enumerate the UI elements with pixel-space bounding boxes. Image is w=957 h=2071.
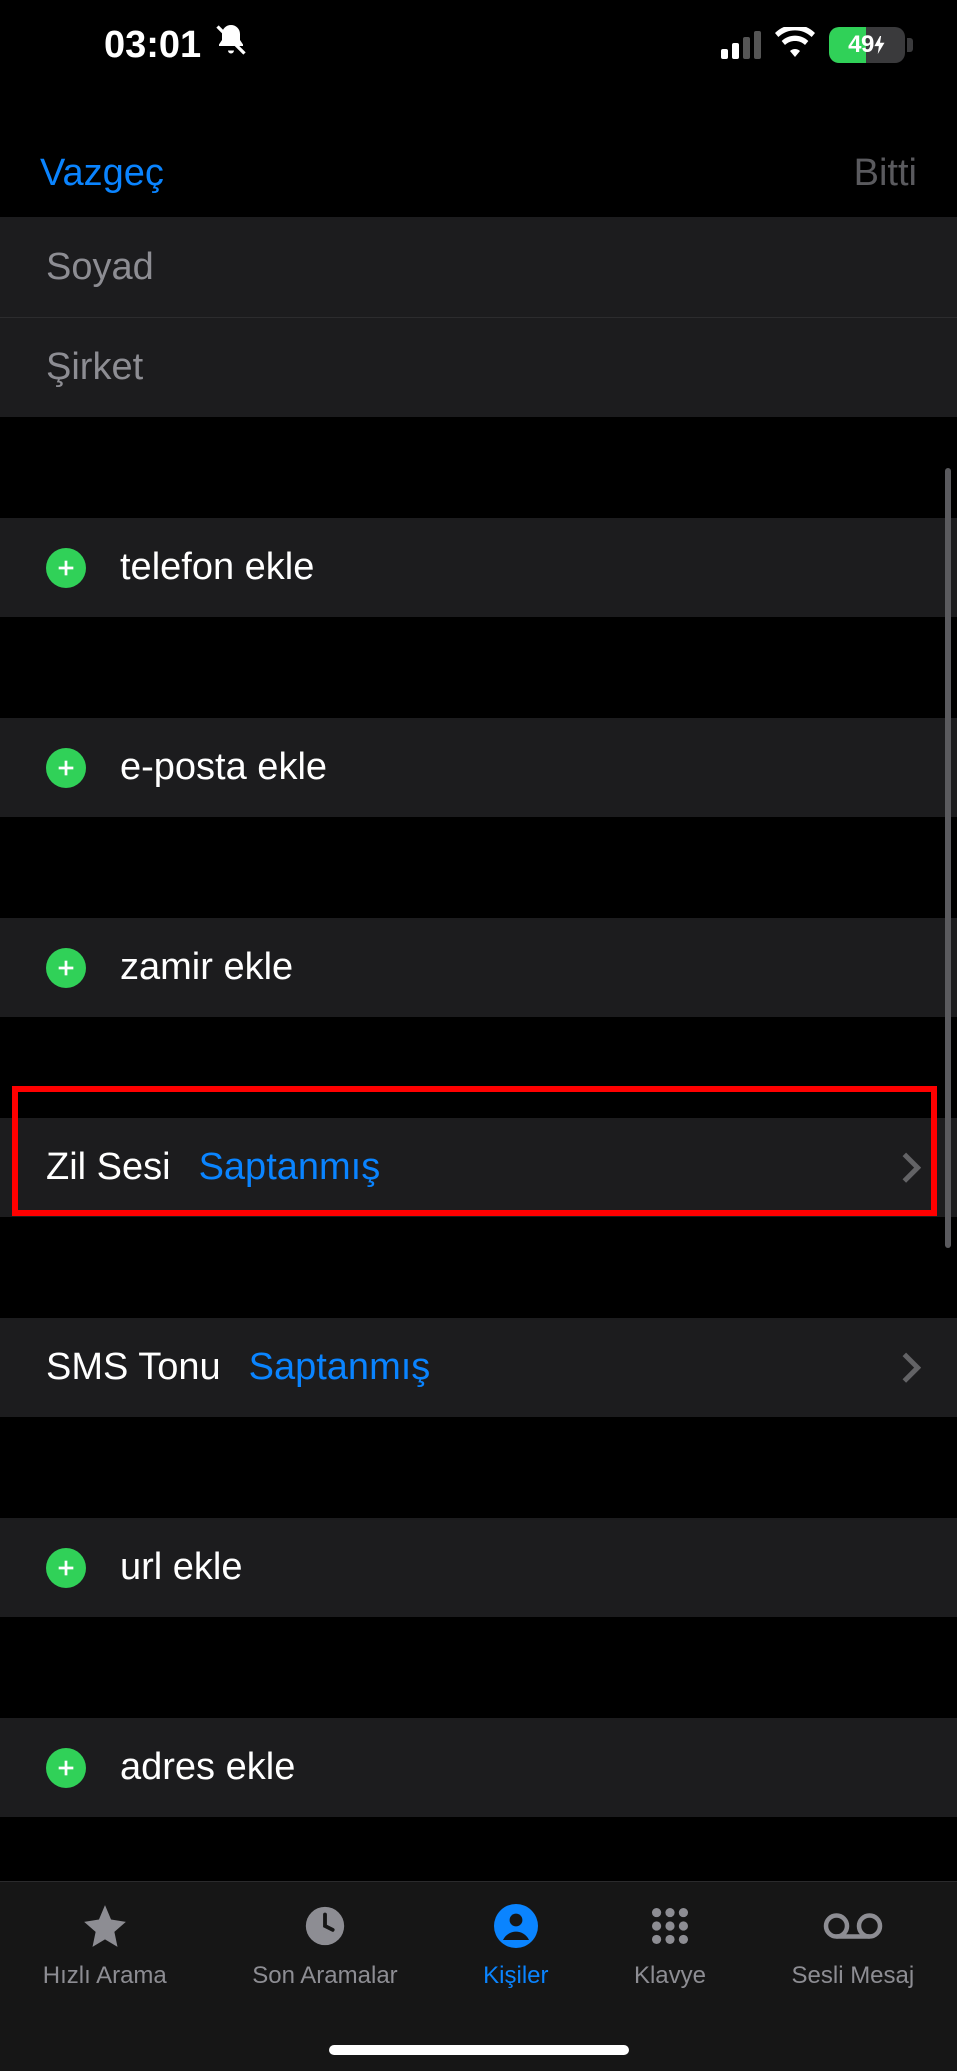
tab-label: Son Aramalar	[252, 1962, 397, 1990]
bell-off-icon	[213, 22, 249, 68]
ringtone-label: Zil Sesi	[46, 1146, 171, 1189]
contact-edit-form: telefon ekle e-posta ekle zamir ekle Zil…	[0, 218, 957, 1881]
add-phone-row[interactable]: telefon ekle	[0, 518, 957, 618]
tab-label: Sesli Mesaj	[792, 1962, 915, 1990]
status-bar: 03:01 49	[0, 0, 957, 90]
voicemail-icon	[823, 1900, 883, 1952]
add-phone-label: telefon ekle	[120, 546, 314, 589]
tab-keypad[interactable]: Klavye	[634, 1900, 706, 2071]
keypad-icon	[647, 1900, 693, 1952]
ringtone-value: Saptanmış	[199, 1146, 381, 1189]
plus-icon	[46, 948, 86, 988]
battery-indicator: 49	[829, 27, 913, 63]
ringtone-row[interactable]: Zil Sesi Saptanmış	[0, 1118, 957, 1218]
add-address-row[interactable]: adres ekle	[0, 1718, 957, 1818]
texttone-value: Saptanmış	[249, 1346, 431, 1389]
home-indicator[interactable]	[329, 2045, 629, 2055]
star-icon	[79, 1900, 131, 1952]
add-url-row[interactable]: url ekle	[0, 1518, 957, 1618]
texttone-label: SMS Tonu	[46, 1346, 221, 1389]
cellular-signal-icon	[721, 31, 761, 59]
add-url-label: url ekle	[120, 1546, 243, 1589]
tab-label: Kişiler	[483, 1962, 548, 1990]
cancel-button[interactable]: Vazgeç	[40, 152, 164, 195]
tab-bar: Hızlı Arama Son Aramalar Kişiler Klavye …	[0, 1881, 957, 2071]
add-email-row[interactable]: e-posta ekle	[0, 718, 957, 818]
done-button[interactable]: Bitti	[854, 152, 917, 195]
plus-icon	[46, 1748, 86, 1788]
clock-icon	[302, 1900, 348, 1952]
add-pronoun-row[interactable]: zamir ekle	[0, 918, 957, 1018]
status-time: 03:01	[104, 24, 201, 67]
add-email-label: e-posta ekle	[120, 746, 327, 789]
lastname-field[interactable]	[46, 246, 911, 289]
tab-favorites[interactable]: Hızlı Arama	[43, 1900, 167, 2071]
nav-bar: Vazgeç Bitti	[0, 130, 957, 218]
company-field[interactable]	[46, 346, 911, 389]
plus-icon	[46, 748, 86, 788]
wifi-icon	[775, 24, 815, 67]
plus-icon	[46, 548, 86, 588]
tab-label: Klavye	[634, 1962, 706, 1990]
add-pronoun-label: zamir ekle	[120, 946, 293, 989]
company-row[interactable]	[0, 318, 957, 418]
texttone-row[interactable]: SMS Tonu Saptanmış	[0, 1318, 957, 1418]
chevron-right-icon	[901, 1351, 921, 1385]
chevron-right-icon	[901, 1151, 921, 1185]
tab-label: Hızlı Arama	[43, 1962, 167, 1990]
lastname-row[interactable]	[0, 218, 957, 318]
person-circle-icon	[492, 1900, 540, 1952]
add-address-label: adres ekle	[120, 1746, 295, 1789]
tab-voicemail[interactable]: Sesli Mesaj	[792, 1900, 915, 2071]
scroll-indicator[interactable]	[945, 468, 951, 1248]
plus-icon	[46, 1548, 86, 1588]
